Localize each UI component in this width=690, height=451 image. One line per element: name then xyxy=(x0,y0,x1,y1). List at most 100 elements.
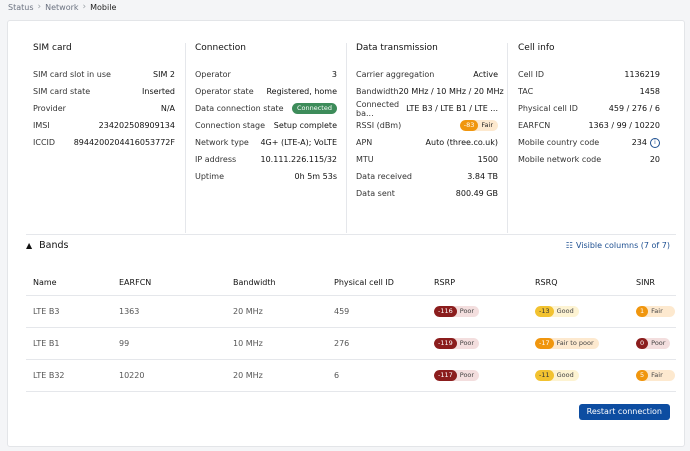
info-row: Bandwidth 20 MHz / 10 MHz / 20 MHz xyxy=(356,83,504,100)
rsrp-value: -119 xyxy=(434,338,457,349)
sinr-badge: 5Fair to poor xyxy=(636,370,675,381)
breadcrumb-network[interactable]: Network xyxy=(45,3,78,12)
info-value: 1363 / 99 / 10220 xyxy=(588,121,660,130)
rsrp-quality: Poor xyxy=(459,371,475,379)
cell-sinr: 5Fair to poor xyxy=(629,359,676,392)
info-value: LTE B3 / LTE B1 / LTE ... xyxy=(406,104,498,113)
info-row: Mobile network code 20 xyxy=(518,151,660,168)
info-row: SIM card state Inserted xyxy=(33,83,175,100)
info-label: RSSI (dBm) xyxy=(356,121,402,130)
section-title: Connection xyxy=(195,43,246,53)
section-title: SIM card xyxy=(33,43,72,53)
sinr-quality: Poor xyxy=(651,339,666,347)
columns-icon: ☷ xyxy=(565,241,573,250)
sinr-value: 0 xyxy=(636,338,649,349)
column-header[interactable]: Physical cell ID xyxy=(327,269,427,296)
info-value: 800.49 GB xyxy=(455,189,498,198)
cell-earfcn: 1363 xyxy=(112,295,226,328)
info-value: Registered, home xyxy=(266,87,337,96)
info-row: Mobile country code 234 i xyxy=(518,134,660,151)
info-label: Connection stage xyxy=(195,121,266,130)
rsrp-badge: -117 Poor xyxy=(434,370,480,381)
info-label: Cell ID xyxy=(518,70,545,79)
info-label: Operator state xyxy=(195,87,254,96)
info-label: Connected ba... xyxy=(356,99,400,118)
breadcrumb-status[interactable]: Status xyxy=(8,3,34,12)
mcc-value-wrap: 234 i xyxy=(631,137,660,148)
info-icon[interactable]: i xyxy=(650,137,660,148)
info-row: Connected ba... LTE B3 / LTE B1 / LTE ... xyxy=(356,99,498,118)
info-value: SIM 2 xyxy=(153,70,175,79)
section-title: Data transmission xyxy=(356,43,438,53)
bands-table: Name EARFCN Bandwidth Physical cell ID RSRP R… xyxy=(26,269,676,392)
info-row: TAC 1458 xyxy=(518,83,660,100)
cell-pci: 6 xyxy=(327,359,427,392)
bands-title: Bands xyxy=(39,240,69,251)
chevron-right-icon: › xyxy=(37,2,42,12)
rsrp-quality: Poor xyxy=(459,307,475,315)
info-value: 234 xyxy=(631,138,647,147)
info-row: IMSI 234202508909134 xyxy=(33,117,175,134)
cell-sinr: 1Fair to poor xyxy=(629,295,676,328)
info-row: SIM card slot in use SIM 2 xyxy=(33,66,175,83)
divider xyxy=(346,43,347,233)
column-header[interactable]: Name xyxy=(26,269,112,296)
cell-earfcn: 99 xyxy=(112,327,226,360)
info-value: 20 MHz / 10 MHz / 20 MHz xyxy=(398,87,504,96)
info-label: EARFCN xyxy=(518,121,551,130)
info-row: MTU 1500 xyxy=(356,151,498,168)
info-row: Physical cell ID 459 / 276 / 6 xyxy=(518,100,660,117)
info-value: 8944200204416053772F xyxy=(73,138,175,147)
mobile-status-card: SIM card SIM card slot in use SIM 2 SIM ca… xyxy=(7,20,685,447)
info-row: Data received 3.84 TB xyxy=(356,168,498,185)
column-header[interactable]: Bandwidth xyxy=(226,269,327,296)
info-label: SIM card state xyxy=(33,87,91,96)
table-row: LTE B1 99 10 MHz 276 -119 Poor -17 Fair to poor… xyxy=(26,327,676,360)
divider xyxy=(185,43,186,233)
info-row: Network type 4G+ (LTE-A); VoLTE xyxy=(195,134,337,151)
info-label: Data connection state xyxy=(195,104,284,113)
visible-columns-button[interactable]: ☷ Visible columns (7 of 7) xyxy=(566,241,670,250)
info-value: 1500 xyxy=(477,155,498,164)
info-label: Operator xyxy=(195,70,231,79)
info-label: SIM card slot in use xyxy=(33,70,111,79)
info-value: 1458 xyxy=(639,87,660,96)
breadcrumb-mobile: Mobile xyxy=(90,2,117,12)
sinr-value: 5 xyxy=(636,370,649,381)
rsrq-badge: -17 Fair to poor xyxy=(535,338,599,349)
info-row: Carrier aggregation Active xyxy=(356,66,498,83)
column-header[interactable]: RSRP xyxy=(427,269,528,296)
rsrp-quality: Poor xyxy=(459,339,475,347)
section-title: Cell info xyxy=(518,43,555,53)
info-row: IP address 10.111.226.115/32 xyxy=(195,151,337,168)
column-header[interactable]: RSRQ xyxy=(528,269,629,296)
breadcrumb: Status › Network › Mobile xyxy=(8,2,116,12)
info-value: 3.84 TB xyxy=(467,172,498,181)
info-row: Provider N/A xyxy=(33,100,175,117)
info-value: 20 xyxy=(649,155,660,164)
info-label: Data sent xyxy=(356,189,395,198)
rsrp-value: -117 xyxy=(434,370,457,381)
info-value: 10.111.226.115/32 xyxy=(260,155,338,164)
info-label: IMSI xyxy=(33,121,50,130)
bands-toggle[interactable]: ▲ Bands xyxy=(26,240,69,251)
cell-rsrp: -116 Poor xyxy=(427,295,528,328)
info-label: Carrier aggregation xyxy=(356,70,435,79)
cell-name: LTE B32 xyxy=(26,359,112,392)
restart-connection-button[interactable]: Restart connection xyxy=(578,404,670,420)
cell-pci: 276 xyxy=(327,327,427,360)
cell-bandwidth: 10 MHz xyxy=(226,327,327,360)
rsrq-quality: Fair to poor xyxy=(556,339,594,347)
rsrq-quality: Good xyxy=(556,371,574,379)
cell-rsrq: -13 Good xyxy=(528,295,629,328)
info-value: 4G+ (LTE-A); VoLTE xyxy=(260,138,337,147)
divider xyxy=(26,234,676,235)
divider xyxy=(507,43,508,233)
column-header[interactable]: SINR xyxy=(629,269,676,296)
column-header[interactable]: EARFCN xyxy=(112,269,226,296)
cell-rsrp: -119 Poor xyxy=(427,327,528,360)
info-row: RSSI (dBm) -83 Fair xyxy=(356,117,498,134)
chevron-up-icon[interactable]: ▲ xyxy=(26,241,32,250)
rsrq-value: -17 xyxy=(535,338,554,349)
info-label: Mobile network code xyxy=(518,155,602,164)
